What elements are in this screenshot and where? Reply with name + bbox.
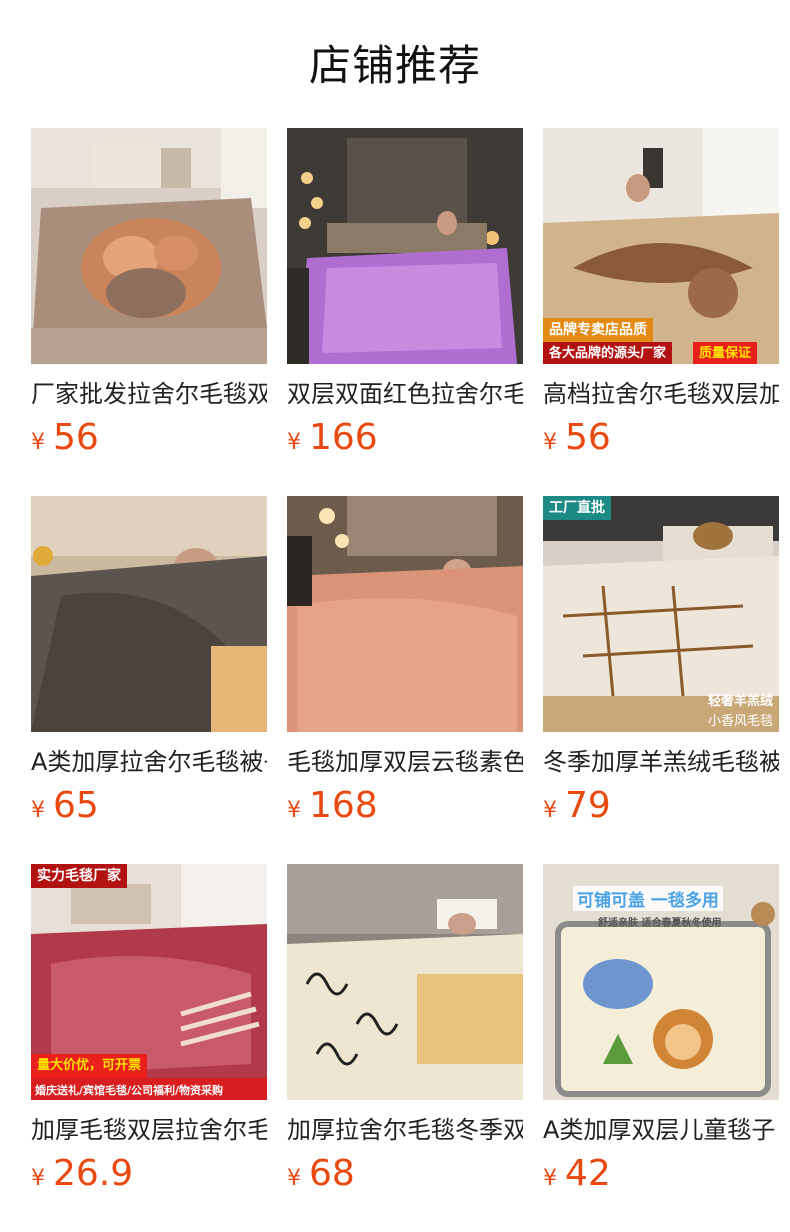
badge-factory-direct: 工厂直批 [543, 496, 611, 520]
badge-quality-guarantee: 质量保证 [693, 342, 758, 364]
price-value: 56 [53, 417, 99, 458]
product-name[interactable]: 厂家批发拉舍尔毛毯双层加厚 [31, 378, 267, 410]
product-image[interactable]: 可铺可盖 一毯多用 舒适亲肤 适合春夏秋冬使用 [543, 864, 779, 1100]
product-name[interactable]: A类加厚拉舍尔毛毯被子 [31, 746, 267, 778]
product-image[interactable] [31, 496, 267, 732]
product-card[interactable]: 可铺可盖 一毯多用 舒适亲肤 适合春夏秋冬使用 A类加厚双层儿童毯子 ¥42 [543, 864, 779, 1196]
badge-usages: 婚庆送礼/宾馆毛毯/公司福利/物资采购 [31, 1078, 267, 1100]
currency-symbol: ¥ [543, 1166, 557, 1191]
product-image[interactable] [31, 128, 267, 364]
product-name[interactable]: 冬季加厚羊羔绒毛毯被子 [543, 746, 779, 778]
currency-symbol: ¥ [287, 430, 301, 455]
product-price: ¥42 [543, 1152, 779, 1196]
product-price: ¥56 [543, 416, 779, 460]
product-image[interactable]: 实力毛毯厂家 量大价优，可开票 婚庆送礼/宾馆毛毯/公司福利/物资采购 [31, 864, 267, 1100]
badge-brand-quality: 品牌专卖店品质 [543, 318, 653, 342]
price-value: 79 [565, 785, 611, 826]
price-value: 42 [565, 1153, 611, 1194]
product-image[interactable]: 工厂直批 轻奢羊羔绒 小香风毛毯 [543, 496, 779, 732]
product-price: ¥168 [287, 784, 523, 828]
badge-lamb-fleece: 轻奢羊羔绒 [707, 694, 773, 709]
currency-symbol: ¥ [543, 430, 557, 455]
product-name[interactable]: 加厚拉舍尔毛毯冬季双层 [287, 1114, 523, 1146]
currency-symbol: ¥ [31, 798, 45, 823]
product-card[interactable]: A类加厚拉舍尔毛毯被子 ¥65 [31, 496, 267, 828]
badge-source-factory: 各大品牌的源头厂家 [543, 342, 673, 364]
product-price: ¥56 [31, 416, 267, 460]
currency-symbol: ¥ [543, 798, 557, 823]
product-price: ¥26.9 [31, 1152, 267, 1196]
price-value: 168 [309, 785, 378, 826]
product-image[interactable] [287, 128, 523, 364]
currency-symbol: ¥ [287, 1166, 301, 1191]
product-name[interactable]: 高档拉舍尔毛毯双层加厚 [543, 378, 779, 410]
product-price: ¥166 [287, 416, 523, 460]
promo-title: 可铺可盖 一毯多用 [573, 886, 723, 911]
product-image[interactable] [287, 496, 523, 732]
price-value: 68 [309, 1153, 355, 1194]
product-card[interactable]: 双层双面红色拉舍尔毛毯 ¥166 [287, 128, 523, 460]
product-card[interactable]: 实力毛毯厂家 量大价优，可开票 婚庆送礼/宾馆毛毯/公司福利/物资采购 加厚毛毯… [31, 864, 267, 1196]
currency-symbol: ¥ [31, 430, 45, 455]
badge-style: 小香风毛毯 [707, 714, 773, 729]
price-value: 26.9 [53, 1153, 134, 1194]
product-name[interactable]: A类加厚双层儿童毯子 [543, 1114, 779, 1146]
product-card[interactable]: 毛毯加厚双层云毯素色 ¥168 [287, 496, 523, 828]
product-price: ¥65 [31, 784, 267, 828]
product-image[interactable] [287, 864, 523, 1100]
currency-symbol: ¥ [287, 798, 301, 823]
currency-symbol: ¥ [31, 1166, 45, 1191]
page-title: 店铺推荐 [308, 41, 481, 90]
product-card[interactable]: 品牌专卖店品质 各大品牌的源头厂家 质量保证 高档拉舍尔毛毯双层加厚 ¥56 [543, 128, 779, 460]
product-name[interactable]: 双层双面红色拉舍尔毛毯 [287, 378, 523, 410]
product-image[interactable]: 品牌专卖店品质 各大品牌的源头厂家 质量保证 [543, 128, 779, 364]
product-card[interactable]: 工厂直批 轻奢羊羔绒 小香风毛毯 冬季加厚羊羔绒毛毯被子 ¥79 [543, 496, 779, 828]
price-value: 166 [309, 417, 378, 458]
product-price: ¥79 [543, 784, 779, 828]
promo-subtitle: 舒适亲肤 适合春夏秋冬使用 [598, 918, 722, 929]
product-name[interactable]: 毛毯加厚双层云毯素色 [287, 746, 523, 778]
badge-price-invoice: 量大价优，可开票 [31, 1054, 148, 1078]
price-value: 65 [53, 785, 99, 826]
product-card[interactable]: 厂家批发拉舍尔毛毯双层加厚 ¥56 [31, 128, 267, 460]
badge-factory-strength: 实力毛毯厂家 [31, 864, 127, 888]
product-name[interactable]: 加厚毛毯双层拉舍尔毛毯 [31, 1114, 267, 1146]
product-card[interactable]: 加厚拉舍尔毛毯冬季双层 ¥68 [287, 864, 523, 1196]
product-price: ¥68 [287, 1152, 523, 1196]
price-value: 56 [565, 417, 611, 458]
